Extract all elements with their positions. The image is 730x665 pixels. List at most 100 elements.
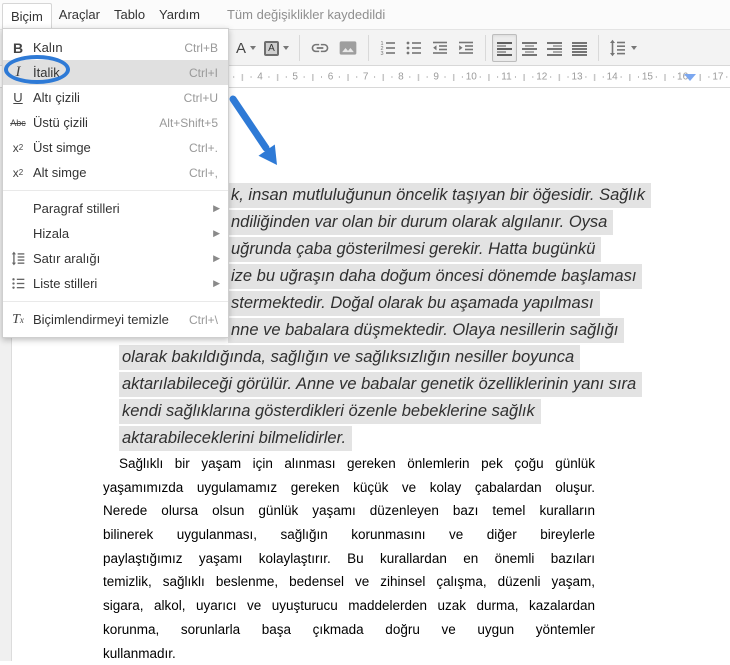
highlight-color-icon: A — [264, 41, 279, 56]
menu-separator — [3, 301, 228, 302]
selected-text-line: ndiliğinden var olan bir durum olarak al… — [228, 210, 613, 235]
align-center-button[interactable] — [517, 34, 542, 62]
menu-item-superscript[interactable]: x2 Üst simge Ctrl+. — [3, 135, 228, 160]
outdent-icon — [431, 39, 449, 57]
ruler-number: 7 — [361, 72, 371, 83]
ruler-number: 14 — [605, 72, 620, 83]
menu-table[interactable]: Tablo — [107, 0, 152, 29]
text-line: yaşamımızda uygulamamız gereken küçük ve… — [103, 476, 595, 500]
text-line: Sağlıklı bir yaşam için alınması gereken… — [103, 452, 595, 476]
strikethrough-icon: Abc — [3, 118, 33, 128]
numbered-list-icon: 123 — [379, 39, 397, 57]
selected-text-line: aktarabileceklerini bilmelidirler. — [119, 426, 352, 451]
ruler-number: 15 — [640, 72, 655, 83]
submenu-arrow-icon — [213, 228, 220, 239]
selected-text-line: k, insan mutluluğunun öncelik taşıyan bi… — [228, 183, 651, 208]
chevron-down-icon — [283, 46, 289, 50]
selected-text-line: aktarılabileceği görülür. Anne ve babala… — [119, 372, 642, 397]
menu-item-list-styles[interactable]: Liste stilleri — [3, 271, 228, 296]
line-spacing-icon — [609, 39, 627, 57]
selected-text-line: kendi sağlıklarına gösterdikleri özenle … — [119, 399, 541, 424]
justify-button[interactable] — [567, 34, 592, 62]
ruler-number: 10 — [464, 72, 479, 83]
align-right-button[interactable] — [542, 34, 567, 62]
arrow-annotation — [225, 90, 295, 175]
text-line: sigara, alkol, uyarıcı ve uyuşturucu mad… — [103, 594, 595, 618]
justify-icon — [571, 40, 588, 57]
link-icon — [310, 38, 330, 58]
menu-separator — [3, 190, 228, 191]
superscript-icon: x2 — [3, 141, 33, 155]
image-icon — [338, 38, 358, 58]
selected-text-line: stermektedir. Doğal olarak bu aşamada ya… — [228, 291, 600, 316]
selected-text-line: uğrunda çaba gösterilmesi gerekir. Hatta… — [228, 237, 601, 262]
increase-indent-button[interactable] — [453, 34, 479, 62]
menu-item-subscript[interactable]: x2 Alt simge Ctrl+, — [3, 160, 228, 185]
toolbar-separator — [299, 35, 300, 61]
bulleted-list-button[interactable] — [401, 34, 427, 62]
ruler-number: 12 — [534, 72, 549, 83]
menu-bar: Biçim Araçlar Tablo Yardım Tüm değişikli… — [0, 0, 730, 29]
ruler-number: 11 — [499, 72, 513, 83]
ruler-number: 13 — [569, 72, 584, 83]
align-center-icon — [521, 40, 538, 57]
decrease-indent-button[interactable] — [427, 34, 453, 62]
insert-image-button[interactable] — [334, 34, 362, 62]
chevron-down-icon — [631, 46, 637, 50]
align-left-button[interactable] — [492, 34, 517, 62]
text-line: Nerede olursa olsun günlük yaşamı düzenl… — [103, 499, 595, 523]
line-spacing-button[interactable] — [605, 34, 641, 62]
menu-format[interactable]: Biçim — [2, 3, 52, 30]
underline-icon: U — [3, 90, 33, 105]
toolbar-separator — [485, 35, 486, 61]
ruler-number: 17 — [710, 72, 725, 83]
menu-item-underline[interactable]: U Altı çizili Ctrl+U — [3, 85, 228, 110]
text-color-button[interactable]: A — [232, 34, 260, 62]
menu-item-align[interactable]: Hizala — [3, 221, 228, 246]
align-left-icon — [496, 40, 513, 57]
menu-item-paragraph-styles[interactable]: Paragraf stilleri — [3, 196, 228, 221]
bulleted-list-icon — [405, 39, 423, 57]
bold-icon: B — [3, 40, 33, 56]
ruler-number: 6 — [326, 72, 336, 83]
save-status: Tüm değişiklikler kaydedildi — [227, 7, 385, 22]
highlight-color-button[interactable]: A — [260, 34, 293, 62]
subscript-icon: x2 — [3, 166, 33, 180]
ruler-number: 5 — [290, 72, 300, 83]
ruler-number: 4 — [255, 72, 265, 83]
submenu-arrow-icon — [213, 203, 220, 214]
selected-text-line: nne ve babalara düşmektedir. Olaya nesil… — [228, 318, 624, 343]
text-line: bilinerek uygulanması, sağlığın korunmas… — [103, 523, 595, 547]
ruler-number: 9 — [431, 72, 441, 83]
chevron-down-icon — [250, 46, 256, 50]
menu-tools[interactable]: Araçlar — [52, 0, 107, 29]
align-right-icon — [546, 40, 563, 57]
insert-link-button[interactable] — [306, 34, 334, 62]
toolbar-separator — [368, 35, 369, 61]
ruler-number: 8 — [396, 72, 406, 83]
highlight-circle-annotation — [4, 55, 70, 84]
selected-text-line: ize bu uğraşın daha doğum öncesi dönemde… — [228, 264, 642, 289]
indent-icon — [457, 39, 475, 57]
text-line: korunma, sorunlarla başa çıkmada doğru v… — [103, 618, 595, 642]
paragraph: Sağlıklı bir yaşam için alınması gereken… — [103, 452, 595, 665]
text-line: kullanmadır. — [103, 642, 595, 665]
submenu-arrow-icon — [213, 253, 220, 264]
toolbar-separator — [598, 35, 599, 61]
numbered-list-button[interactable]: 123 — [375, 34, 401, 62]
menu-item-line-spacing[interactable]: Satır aralığı — [3, 246, 228, 271]
text-line: temizlik, sağlıklı beslenme, bedensel ve… — [103, 570, 595, 594]
list-styles-icon — [3, 276, 33, 291]
svg-text:3: 3 — [381, 51, 384, 57]
clear-formatting-icon: Tx — [3, 312, 33, 328]
selected-text-line: olarak bakıldığında, sağlığın ve sağlıks… — [119, 345, 580, 370]
text-line: paylaştığımız yaşamı kolaylaştırır. Bu k… — [103, 547, 595, 571]
menu-item-strikethrough[interactable]: Abc Üstü çizili Alt+Shift+5 — [3, 110, 228, 135]
submenu-arrow-icon — [213, 278, 220, 289]
google-docs-window: { "menubar": { "items": [ {"label": "Biç… — [0, 0, 730, 661]
menu-help[interactable]: Yardım — [152, 0, 207, 29]
text-color-icon: A — [236, 42, 246, 55]
right-indent-marker[interactable] — [684, 74, 696, 81]
menu-item-clear-formatting[interactable]: Tx Biçimlendirmeyi temizle Ctrl+\ — [3, 307, 228, 332]
line-spacing-icon — [3, 251, 33, 266]
